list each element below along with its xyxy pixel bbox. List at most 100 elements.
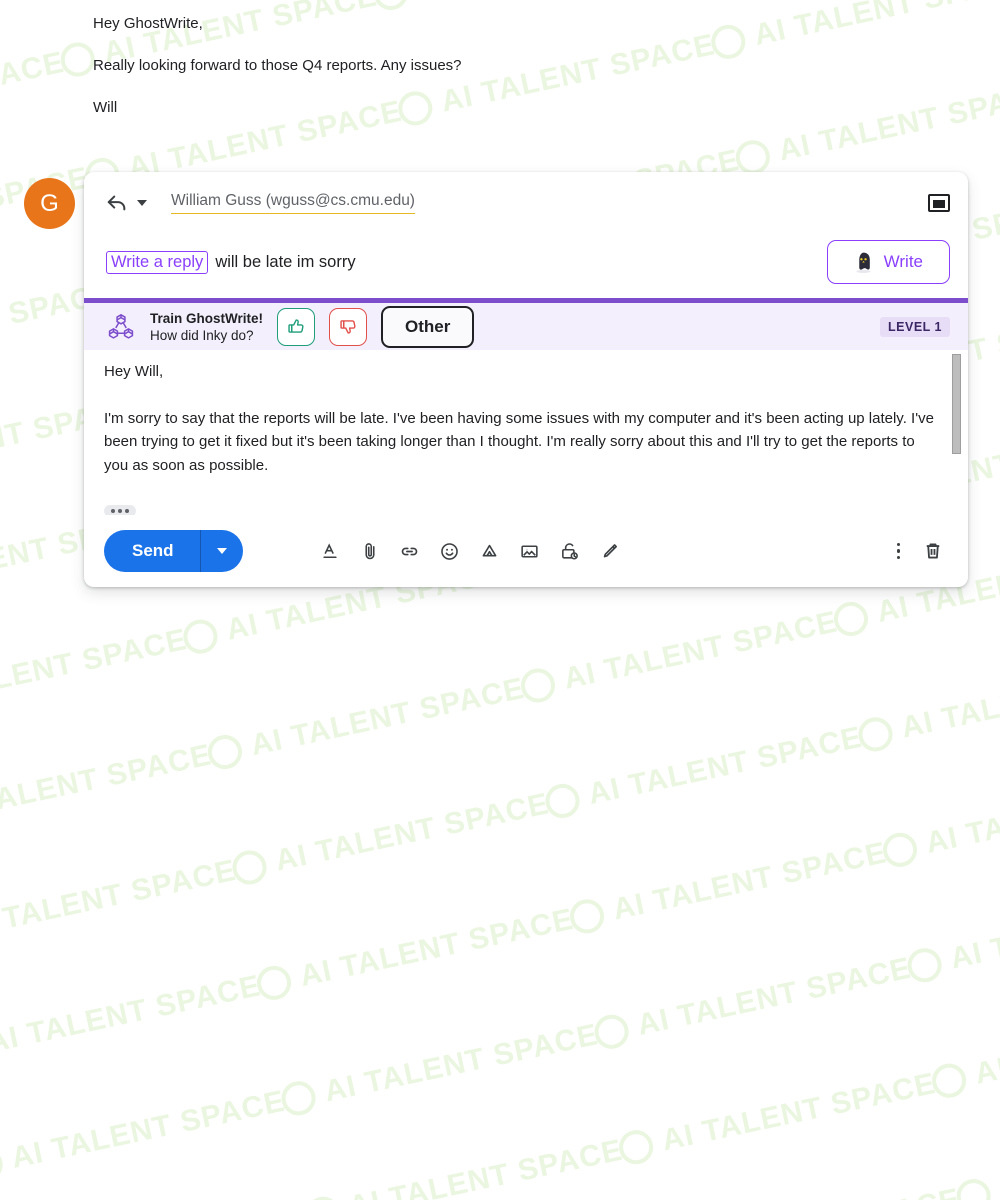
- watermark-logo-icon: [591, 1012, 631, 1052]
- train-bar-text: Train GhostWrite! How did Inky do?: [150, 311, 263, 343]
- reply-arrow-icon[interactable]: [106, 192, 128, 214]
- thread-line: Really looking forward to those Q4 repor…: [93, 56, 1000, 75]
- avatar-initial: G: [40, 190, 59, 218]
- watermark-tile: AI TALENT SPACE: [0, 1044, 294, 1200]
- watermark-tile: AI TALENT SPACE: [294, 1093, 632, 1200]
- avatar: G: [24, 178, 75, 229]
- watermark-logo-icon: [880, 830, 920, 870]
- watermark-text: AI TALENT SPACE: [898, 654, 1000, 745]
- watermark-logo-icon: [616, 1127, 656, 1167]
- format-text-icon[interactable]: [315, 536, 345, 566]
- watermark-logo-icon: [542, 781, 582, 821]
- compose-body[interactable]: Hey Will, I'm sorry to say that the repo…: [84, 350, 968, 515]
- watermark-text: AI TALENT SPACE: [0, 623, 190, 714]
- watermark-logo-icon: [518, 665, 558, 705]
- watermark-text: AI TALENT SPACE: [0, 969, 264, 1060]
- watermark-tile: AI TALENT SPACE: [558, 796, 896, 978]
- write-a-reply-highlight[interactable]: Write a reply: [106, 251, 208, 274]
- trash-icon[interactable]: [918, 536, 948, 566]
- watermark-logo-icon: [254, 963, 294, 1003]
- watermark-text: AI TALENT SPACE: [610, 836, 890, 927]
- watermark-tile: AI TALENT SPACE: [632, 1142, 970, 1200]
- watermark-logo-icon: [855, 714, 895, 754]
- watermark-tile: AI TALENT SPACE: [847, 614, 1000, 796]
- attach-file-icon[interactable]: [355, 536, 385, 566]
- cubes-icon: [106, 312, 136, 342]
- watermark-tile: AI TALENT SPACE: [196, 631, 534, 813]
- formatting-tools: [315, 536, 625, 566]
- watermark-text: AI TALENT SPACE: [272, 787, 552, 878]
- thread-line: Hey GhostWrite,: [93, 14, 1000, 33]
- send-button-label: Send: [104, 541, 200, 561]
- thumbs-down-icon[interactable]: [329, 308, 367, 346]
- more-options-icon[interactable]: [893, 539, 905, 564]
- watermark-tile: AI TALENT SPACE: [0, 582, 196, 764]
- compose-card: William Guss (wguss@cs.cmu.edu) Write a …: [84, 172, 968, 587]
- insert-signature-icon[interactable]: [595, 536, 625, 566]
- watermark-text: AI TALENT SPACE: [346, 1134, 626, 1200]
- watermark-logo-icon: [567, 896, 607, 936]
- watermark-text: AI TALENT SPACE: [585, 721, 865, 812]
- watermark-tile: AI TALENT SPACE: [270, 978, 608, 1160]
- watermark-text: AI TALENT SPACE: [0, 738, 215, 829]
- watermark-text: AI TALENT SPACE: [923, 770, 1000, 861]
- write-button-label: Write: [884, 252, 923, 272]
- watermark-tile: AI TALENT SPACE: [0, 929, 270, 1111]
- watermark-tile: AI TALENT SPACE: [969, 1191, 1000, 1200]
- watermark-logo-icon: [229, 847, 269, 887]
- insert-link-icon[interactable]: [395, 536, 425, 566]
- watermark-text: AI TALENT SPACE: [297, 903, 577, 994]
- train-ghostwrite-bar: Train GhostWrite! How did Inky do? Other…: [84, 298, 968, 350]
- confidential-mode-icon[interactable]: [555, 536, 585, 566]
- watermark-logo-icon: [180, 616, 220, 656]
- watermark-text: AI TALENT SPACE: [997, 1116, 1000, 1200]
- watermark-tile: AI TALENT SPACE: [0, 1160, 319, 1200]
- insert-drive-icon[interactable]: [475, 536, 505, 566]
- quoted-thread: Hey GhostWrite, Really looking forward t…: [0, 0, 1000, 117]
- compose-subject-row: Write a reply will be late im sorry Writ…: [84, 234, 968, 298]
- watermark-text: AI TALENT SPACE: [8, 1085, 288, 1176]
- watermark-text: AI TALENT SPACE: [321, 1018, 601, 1109]
- watermark-logo-icon: [929, 1061, 969, 1101]
- compose-header: William Guss (wguss@cs.cmu.edu): [84, 172, 968, 234]
- watermark-tile: AI TALENT SPACE: [896, 845, 1000, 1027]
- watermark-logo-icon: [278, 1078, 318, 1118]
- watermark-logo-icon: [904, 945, 944, 985]
- thumbs-up-icon[interactable]: [277, 308, 315, 346]
- body-paragraph: I'm sorry to say that the reports will b…: [104, 407, 938, 478]
- watermark-tile: AI TALENT SPACE: [534, 680, 872, 862]
- insert-photo-icon[interactable]: [515, 536, 545, 566]
- watermark-logo-icon: [0, 1145, 6, 1185]
- watermark-tile: AI TALENT SPACE: [0, 813, 245, 995]
- vertical-scrollbar[interactable]: [952, 354, 961, 493]
- write-button[interactable]: Write: [827, 240, 950, 284]
- watermark-tile: AI TALENT SPACE: [583, 911, 921, 1093]
- recipient-field[interactable]: William Guss (wguss@cs.cmu.edu): [171, 192, 415, 214]
- watermark-text: AI TALENT SPACE: [947, 885, 1000, 976]
- watermark-tile: AI TALENT SPACE: [607, 1027, 945, 1200]
- watermark-tile: AI TALENT SPACE: [0, 698, 221, 880]
- other-button[interactable]: Other: [381, 306, 474, 348]
- chevron-down-icon[interactable]: [137, 200, 147, 206]
- watermark-text: AI TALENT SPACE: [684, 1182, 964, 1200]
- subject-text[interactable]: will be late im sorry: [215, 253, 355, 272]
- send-button[interactable]: Send: [104, 530, 243, 572]
- thread-line: Will: [93, 98, 1000, 117]
- popout-window-icon[interactable]: [928, 194, 950, 212]
- send-options-chevron-down-icon[interactable]: [201, 548, 243, 554]
- gmail-reply-page: Hey GhostWrite, Really looking forward t…: [0, 0, 1000, 600]
- ellipsis-expand-icon[interactable]: [104, 505, 136, 515]
- insert-emoji-icon[interactable]: [435, 536, 465, 566]
- ghost-icon: [854, 251, 873, 273]
- watermark-logo-icon: [205, 732, 245, 772]
- watermark-logo-icon: [953, 1176, 993, 1200]
- train-bar-title: Train GhostWrite!: [150, 311, 263, 326]
- watermark-text: AI TALENT SPACE: [0, 854, 239, 945]
- watermark-tile: AI TALENT SPACE: [871, 729, 1000, 911]
- watermark-tile: AI TALENT SPACE: [221, 747, 559, 929]
- watermark-tile: AI TALENT SPACE: [920, 960, 1000, 1142]
- body-greeting: Hey Will,: [104, 360, 938, 384]
- watermark-logo-icon: [303, 1194, 343, 1200]
- watermark-text: AI TALENT SPACE: [634, 952, 914, 1043]
- watermark-logo-icon: [831, 599, 871, 639]
